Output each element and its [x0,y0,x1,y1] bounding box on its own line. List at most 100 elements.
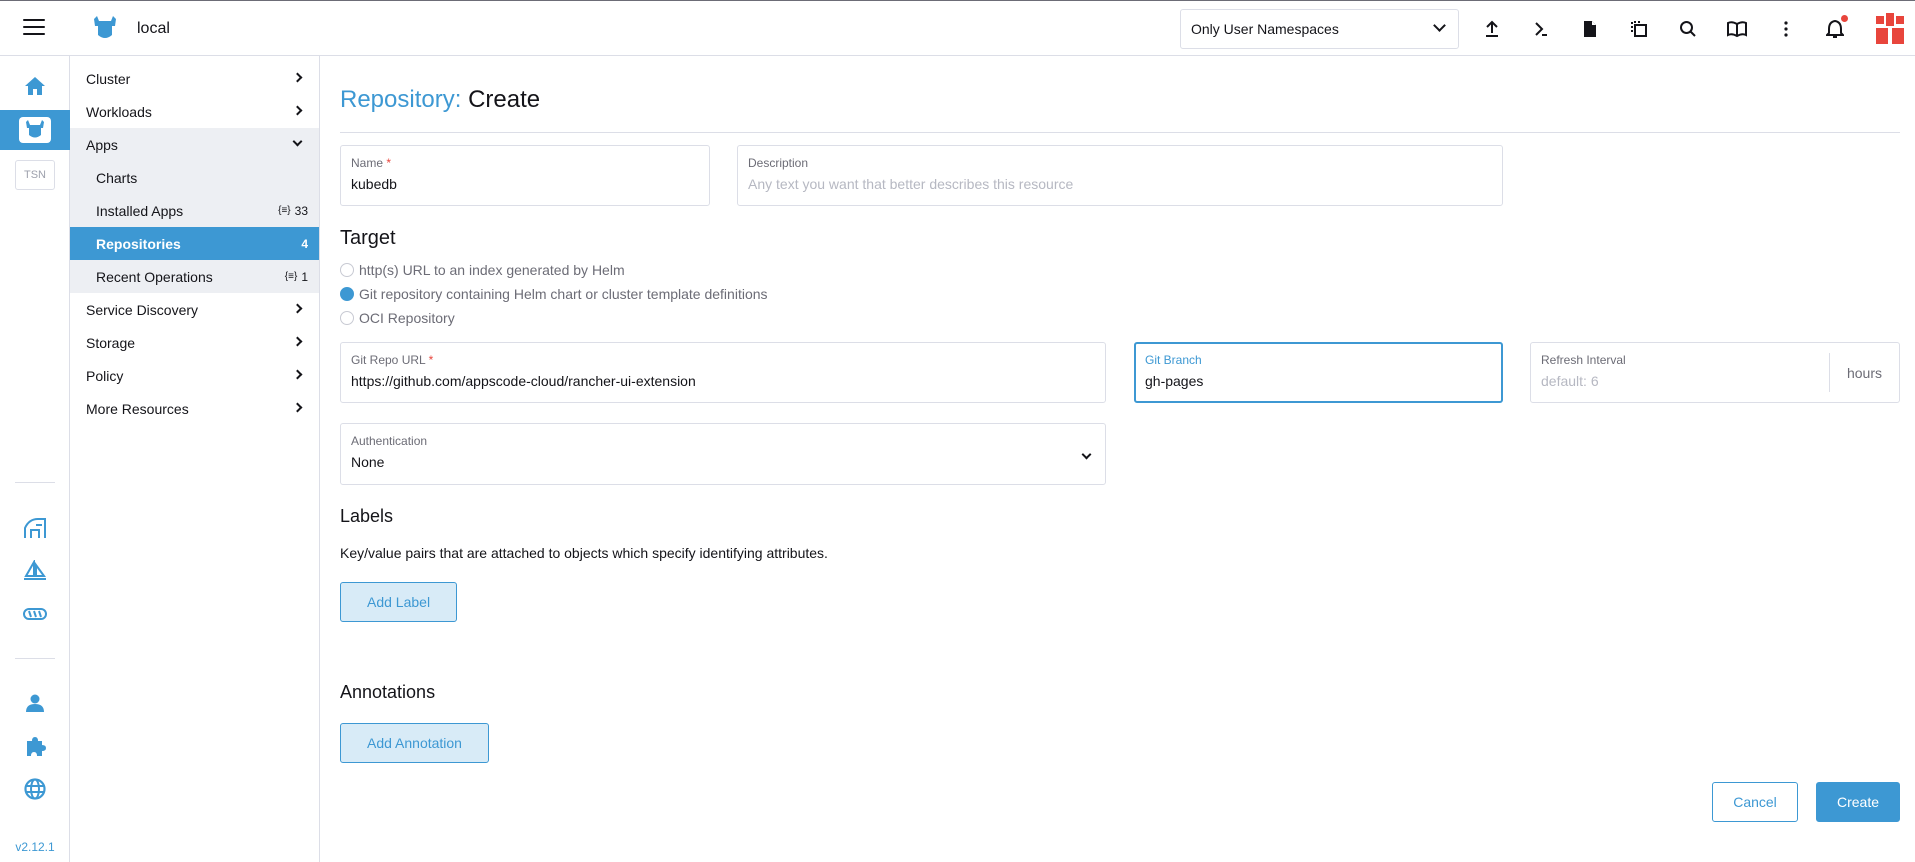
labels-help-text: Key/value pairs that are attached to obj… [340,545,828,561]
nav-group-cluster[interactable]: Cluster [70,62,319,95]
refresh-interval-suffix: hours [1829,353,1899,392]
search-icon[interactable] [1674,15,1702,43]
refresh-interval-field[interactable]: Refresh Interval hours [1530,342,1900,403]
nav-group-label: Policy [86,367,124,384]
nav-group-apps[interactable]: Apps [70,128,319,161]
nav-group-label: Cluster [86,70,131,87]
chevron-right-icon [292,105,303,116]
chevron-right-icon [292,303,303,314]
sidebar-item-installed-apps[interactable]: Installed Apps {≡} 33 [70,194,319,227]
users-icon[interactable] [0,683,70,723]
namespaced-icon: {≡} [278,205,291,216]
sidebar-item-count: 33 [294,203,308,218]
page-title: Repository: Create [340,86,540,114]
copy-config-icon[interactable] [1625,15,1653,43]
target-option-git-repo[interactable]: Git repository containing Helm chart or … [340,286,768,302]
description-field-label: Description [748,156,809,170]
more-vert-icon[interactable] [1772,15,1800,43]
description-input[interactable] [748,176,1492,192]
name-field[interactable]: Name * [340,145,710,206]
app-rail: TSN v2.12.1 [0,56,70,862]
add-annotation-button[interactable]: Add Annotation [340,723,489,763]
name-input[interactable] [351,176,699,192]
namespace-filter-value: Only User Namespaces [1191,21,1339,37]
target-option-oci[interactable]: OCI Repository [340,310,455,326]
side-navigation: Cluster Workloads Apps Charts Installed … [70,56,320,862]
authentication-select[interactable]: Authentication None [340,423,1106,485]
git-repo-url-field[interactable]: Git Repo URL * [340,342,1106,403]
notification-dot [1841,15,1848,22]
puzzle-extensions-icon[interactable] [0,726,70,766]
target-option-helm-index[interactable]: http(s) URL to an index generated by Hel… [340,262,625,278]
extension-icon[interactable] [0,594,70,634]
nav-group-policy[interactable]: Policy [70,359,319,392]
nav-group-more-resources[interactable]: More Resources [70,392,319,425]
radio-label: OCI Repository [359,310,455,326]
target-section-title: Target [340,227,396,249]
required-mark: * [386,156,392,170]
sidebar-item-label: Installed Apps [96,202,184,219]
cluster-tsn-button[interactable]: TSN [15,160,55,190]
radio-label: Git repository containing Helm chart or … [359,286,768,302]
cancel-button[interactable]: Cancel [1712,782,1798,822]
nav-group-label: Service Discovery [86,301,199,318]
description-field[interactable]: Description [737,145,1503,206]
rail-divider [15,482,55,483]
nav-group-workloads[interactable]: Workloads [70,95,319,128]
labels-section-title: Labels [340,506,394,526]
git-repo-url-label: Git Repo URL [351,353,426,367]
chevron-right-icon [292,402,303,413]
page-title-action: Create [468,86,541,113]
sidebar-item-count: 1 [301,269,308,284]
nav-group-label: More Resources [86,400,189,417]
radio-label: http(s) URL to an index generated by Hel… [359,262,625,278]
nav-group-service-discovery[interactable]: Service Discovery [70,293,319,326]
authentication-label: Authentication [351,434,428,448]
sidebar-item-label: Repositories [96,235,181,252]
user-avatar[interactable] [1873,13,1907,47]
name-field-label: Name [351,156,384,170]
breadcrumb-repository[interactable]: Repository: [340,86,461,113]
required-mark: * [428,353,434,367]
chevron-right-icon [292,72,303,83]
sidebar-item-repositories[interactable]: Repositories 4 [70,227,319,260]
nav-group-label: Workloads [86,103,152,120]
home-icon[interactable] [0,66,70,106]
fleet-icon[interactable] [0,508,70,548]
authentication-value: None [351,454,385,470]
upload-icon[interactable] [1478,15,1506,43]
sidebar-item-label: Recent Operations [96,268,213,285]
sidebar-item-count: 4 [301,236,308,251]
cluster-local-icon[interactable] [0,110,70,150]
create-button[interactable]: Create [1816,782,1900,822]
hamburger-menu-icon[interactable] [23,19,45,37]
cluster-logo-icon [94,16,116,38]
git-branch-input[interactable] [1145,373,1492,389]
docs-book-icon[interactable] [1723,15,1751,43]
bell-icon[interactable] [1821,15,1849,43]
nav-group-storage[interactable]: Storage [70,326,319,359]
top-header: local Only User Namespaces [0,0,1915,56]
namespaced-icon: {≡} [284,271,298,282]
sidebar-item-label: Charts [96,169,138,186]
refresh-interval-input[interactable] [1541,373,1811,389]
sidebar-item-recent-operations[interactable]: Recent Operations {≡} 1 [70,260,319,293]
radio-button-selected[interactable] [340,287,354,301]
rail-divider [15,658,55,659]
kubectl-shell-icon[interactable] [1527,15,1555,43]
nav-group-label: Apps [86,136,118,153]
cluster-name: local [137,20,170,37]
radio-button[interactable] [340,263,354,277]
git-repo-url-input[interactable] [351,373,1095,389]
chevron-down-icon [292,136,303,147]
file-icon[interactable] [1576,15,1604,43]
chevron-down-icon [1433,19,1446,32]
sailboat-icon[interactable] [0,551,70,591]
version-label[interactable]: v2.12.1 [0,840,70,854]
sidebar-item-charts[interactable]: Charts [70,161,319,194]
radio-button[interactable] [340,311,354,325]
add-label-button[interactable]: Add Label [340,582,458,622]
namespace-filter-select[interactable]: Only User Namespaces [1180,9,1459,49]
git-branch-field[interactable]: Git Branch [1134,342,1503,403]
globe-icon[interactable] [0,769,70,809]
